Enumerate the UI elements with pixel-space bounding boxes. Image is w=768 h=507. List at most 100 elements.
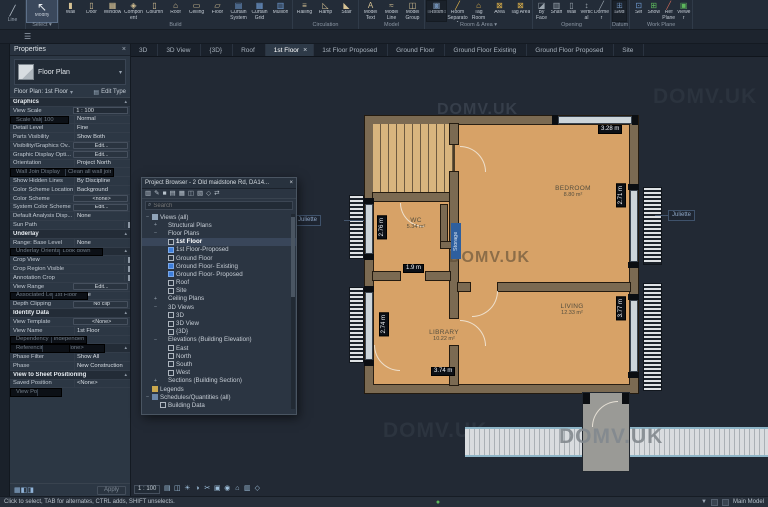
ribbon-tool-button[interactable]: ≡ Railing <box>294 0 315 22</box>
door-jamb[interactable] <box>622 393 629 404</box>
wall-segment[interactable] <box>498 283 630 291</box>
ribbon-tool-button[interactable]: ⌂ Roof <box>165 0 186 22</box>
browser-tree-item[interactable]: Ground Floor- Existing <box>142 262 296 270</box>
property-value[interactable]: 1st Floor <box>74 327 130 335</box>
chevron-down-icon[interactable]: ▾ <box>70 89 73 96</box>
viewbar-icon[interactable]: ◑ <box>192 484 202 494</box>
browser-tree-item[interactable]: − Elevations (Building Elevation) <box>142 336 296 344</box>
ribbon-tool-button[interactable]: ⊡ Set <box>631 0 646 22</box>
edit-type-button[interactable]: ▤ Edit Type <box>93 89 126 96</box>
wall-segment[interactable] <box>458 283 470 291</box>
property-value[interactable]: None <box>74 239 130 247</box>
property-row[interactable]: Detail Level Fine <box>10 124 130 133</box>
property-value[interactable]: Look down <box>59 249 100 256</box>
browser-tree-item[interactable]: West <box>142 369 296 377</box>
property-row[interactable]: View Template <None> <box>10 318 130 327</box>
ribbon-tool-button[interactable]: ▯ Door <box>81 0 102 22</box>
property-row[interactable]: Graphics <box>10 98 130 107</box>
property-row[interactable]: Color Scheme <none> <box>10 195 130 204</box>
storage-tag[interactable]: Storage <box>451 223 461 259</box>
dimension-label[interactable]: 3.28 m <box>598 125 622 134</box>
property-row[interactable]: Wall Join Display Clean all wall joins <box>10 168 114 177</box>
ribbon-tool-button[interactable]: ▯ Wall <box>564 0 579 22</box>
existing-wall-hatch[interactable] <box>350 288 363 362</box>
property-value[interactable]: 1 : 100 <box>73 107 128 114</box>
browser-toolbar-icon[interactable]: ▧ <box>197 189 203 198</box>
dimension-label[interactable]: 1.9 m <box>403 264 424 273</box>
ribbon-tool-button[interactable]: ╱ Ref Plane <box>661 0 676 22</box>
window-jamb[interactable] <box>628 262 639 268</box>
window[interactable] <box>558 116 632 124</box>
dimension-label[interactable]: 2.76 m <box>377 215 387 239</box>
property-row[interactable]: View Position Y <box>10 388 62 397</box>
wall-segment[interactable] <box>450 124 458 144</box>
property-row[interactable]: Underlay <box>10 230 130 239</box>
property-value[interactable]: New Construction <box>74 362 130 370</box>
property-row[interactable]: Saved Position <None> <box>10 380 130 389</box>
browser-tree-item[interactable]: Legends <box>142 385 296 393</box>
wall-segment[interactable] <box>373 193 452 201</box>
viewbar-icon[interactable]: ◫ <box>172 484 182 494</box>
browser-tree-item[interactable]: {3D} <box>142 328 296 336</box>
viewbar-icon[interactable]: ▣ <box>212 484 222 494</box>
property-value[interactable] <box>124 266 130 272</box>
property-value[interactable]: Project North <box>74 160 130 168</box>
browser-tree-item[interactable]: − 3D Views <box>142 303 296 311</box>
view-tab[interactable]: 3D <box>131 44 158 56</box>
view-tab[interactable]: 1st Floor × <box>266 44 314 56</box>
browser-toolbar-icon[interactable]: ◫ <box>188 189 194 198</box>
property-row[interactable]: Default Analysis Disp... None <box>10 212 130 221</box>
property-row[interactable]: Color Scheme Location Background <box>10 186 130 195</box>
viewbar-icon[interactable]: ⌂ <box>232 484 242 494</box>
ribbon-tool-button[interactable]: ▦ Window <box>102 0 123 22</box>
property-value[interactable]: Independent <box>51 337 84 344</box>
property-row[interactable]: Associated Level 1st Floor <box>10 292 88 301</box>
property-value[interactable]: Normal <box>74 116 130 124</box>
property-value[interactable] <box>124 257 130 263</box>
property-row[interactable]: Identity Data <box>10 309 130 318</box>
window-jamb[interactable] <box>364 286 374 292</box>
window-jamb[interactable] <box>552 115 558 125</box>
property-row[interactable]: System Color Schemes Edit... <box>10 204 130 213</box>
tree-expander-icon[interactable]: + <box>153 222 158 228</box>
window-jamb[interactable] <box>364 254 374 260</box>
property-value[interactable] <box>42 345 67 352</box>
browser-tree-item[interactable]: + Structural Plans <box>142 221 296 229</box>
property-value[interactable]: <None> <box>73 318 128 325</box>
search-input[interactable] <box>153 203 290 209</box>
property-row[interactable]: View Scale 1 : 100 <box>10 107 130 116</box>
type-selector[interactable]: Floor Plan ▾ <box>14 59 126 85</box>
browser-tree-item[interactable]: − Floor Plans <box>142 229 296 237</box>
window-jamb[interactable] <box>628 372 639 378</box>
property-value[interactable] <box>124 275 130 281</box>
viewbar-icon[interactable]: ✂ <box>202 484 212 494</box>
room-tag-bedroom[interactable]: BEDROOM 8.80 m² <box>541 185 605 198</box>
scrollbar[interactable] <box>291 214 295 409</box>
ribbon-tool-button[interactable]: ⊠ Tag Area <box>510 0 531 22</box>
wall-segment[interactable] <box>373 272 400 280</box>
browser-tree-item[interactable]: North <box>142 352 296 360</box>
property-value[interactable]: None <box>74 212 130 220</box>
property-value[interactable]: Edit... <box>73 204 128 211</box>
browser-toolbar-icon[interactable]: ■ <box>163 189 167 198</box>
tree-expander-icon[interactable]: + <box>153 378 158 384</box>
close-icon[interactable]: × <box>289 180 293 186</box>
window-jamb[interactable] <box>364 198 374 204</box>
tree-expander-icon[interactable]: − <box>153 337 158 343</box>
window[interactable] <box>365 204 373 254</box>
tree-expander-icon[interactable]: − <box>145 214 150 220</box>
properties-footer-icon[interactable]: ▦ <box>14 487 21 494</box>
property-row[interactable]: Crop View <box>10 256 130 265</box>
room-tag-library[interactable]: LIBRARY 10.22 m² <box>417 329 471 342</box>
ribbon-tool-button[interactable]: ╱ Room Separator <box>447 0 468 22</box>
window[interactable] <box>630 300 638 372</box>
ribbon-tool-button[interactable]: ◫ Model Group <box>402 0 423 22</box>
property-value[interactable]: 100 <box>41 117 66 124</box>
property-value[interactable]: No clip <box>73 301 128 308</box>
scrollbar-thumb[interactable] <box>291 217 295 297</box>
filter-icon[interactable]: ▼ <box>701 499 707 505</box>
hamburger-icon[interactable]: ☰ <box>24 32 31 41</box>
property-row[interactable]: Visibility/Graphics Ov... Edit... <box>10 142 130 151</box>
browser-toolbar-icon[interactable]: ⇄ <box>214 189 219 198</box>
viewbar-icon[interactable]: ◇ <box>252 484 262 494</box>
